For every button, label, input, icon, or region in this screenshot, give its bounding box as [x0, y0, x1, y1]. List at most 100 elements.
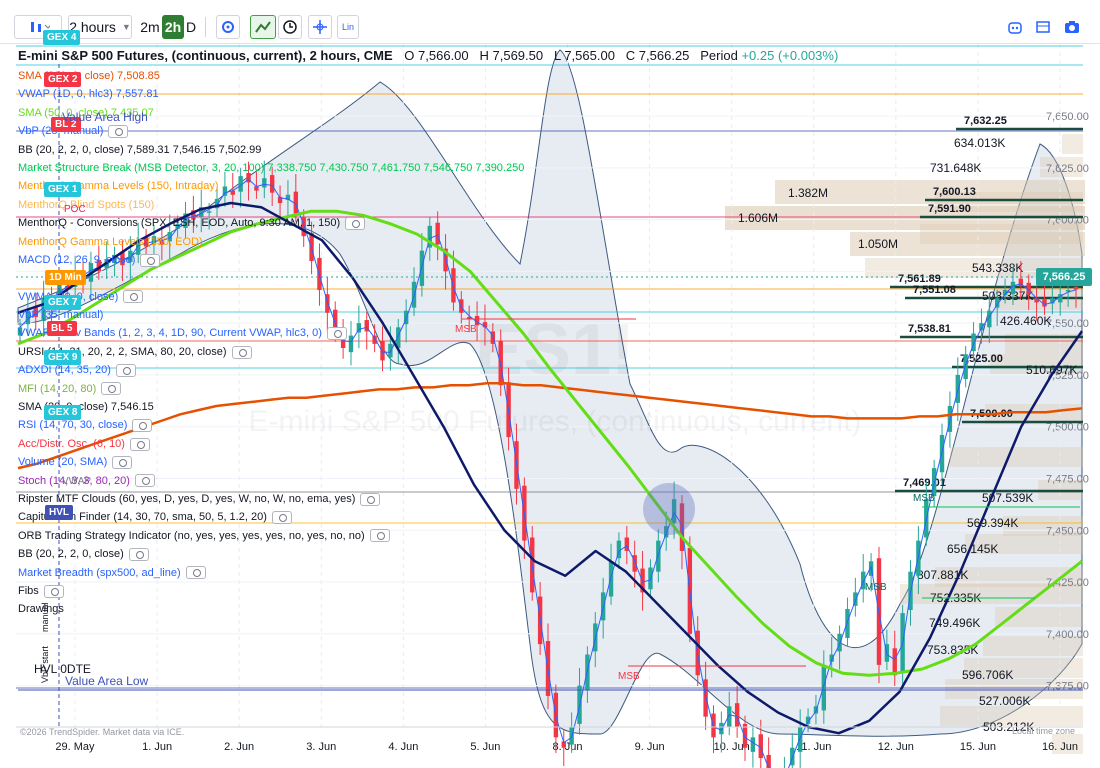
candle-body: [837, 633, 842, 652]
indicator-legend-row[interactable]: BB (20, 2, 2, 0, close) 7,589.31 7,546.1…: [18, 141, 838, 159]
visibility-eye-icon[interactable]: [129, 437, 150, 451]
vbp-start-label: VbP start: [40, 646, 50, 683]
volume-profile-label: 569.394K: [967, 516, 1018, 530]
candle-body: [939, 434, 945, 473]
indicator-legend-row[interactable]: MACD (12, 26, 9, close): [18, 251, 838, 269]
indicator-legend-row[interactable]: SMA (20, 0, close) 7,546.15: [18, 398, 838, 416]
indicator-legend-row[interactable]: [18, 269, 838, 287]
indicator-legend-row[interactable]: Volume (20, SMA): [18, 453, 838, 471]
y-tick-label: 7,475.00: [1046, 473, 1089, 485]
indicators-button[interactable]: [250, 15, 276, 39]
indicator-legend-row[interactable]: VWMA (20, 0, close): [18, 288, 838, 306]
indicator-legend-row[interactable]: MenthorQ - Conversions (SPX, ESH, EOD, A…: [18, 214, 838, 232]
indicator-legend-row[interactable]: ORB Trading Strategy Indicator (no, yes,…: [18, 527, 838, 545]
symbol-title: E-mini S&P 500 Futures, (continuous, cur…: [18, 48, 393, 63]
volume-profile-label: 634.013K: [954, 136, 1005, 150]
value-area-high-label: Value Area High: [62, 110, 148, 124]
indicator-legend-row[interactable]: BB (20, 2, 2, 0, close): [18, 545, 838, 563]
indicator-legend-row[interactable]: SMA (200, 0, close) 7,508.85: [18, 67, 838, 85]
visibility-eye-icon[interactable]: [271, 511, 292, 525]
visibility-eye-icon[interactable]: [134, 474, 155, 488]
indicator-legend-row[interactable]: Ripster MTF Clouds (60, yes, D, yes, D, …: [18, 490, 838, 508]
indicator-legend-row[interactable]: Acc/Distr. Osc. (6, 10): [18, 435, 838, 453]
indicator-legend-row[interactable]: VWAP (1D, 0, hlc3) 7,557.81: [18, 85, 838, 103]
indicator-label: Market Structure Break (MSB Detector, 3,…: [18, 161, 525, 174]
interval-d-button[interactable]: D: [185, 15, 197, 39]
candle-body: [845, 608, 850, 638]
level-badge[interactable]: BL 5: [47, 321, 77, 336]
visibility-eye-icon[interactable]: [369, 529, 390, 543]
last-price-tag: 7,566.25: [1036, 268, 1092, 286]
chevron-down-icon: ▼: [121, 22, 131, 32]
visibility-eye-icon[interactable]: [132, 419, 153, 433]
vwap-label: VWAP: [62, 476, 92, 487]
settings-button[interactable]: [216, 15, 240, 39]
visibility-eye-icon[interactable]: [360, 492, 381, 506]
visibility-eye-icon[interactable]: [108, 124, 129, 138]
indicator-legend-row[interactable]: Capitulation Finder (14, 30, 70, sma, 50…: [18, 508, 838, 526]
level-badge[interactable]: GEX 8: [44, 405, 82, 420]
visibility-eye-icon[interactable]: [345, 216, 366, 230]
indicator-label: Market Breadth (spx500, ad_line): [18, 566, 181, 579]
indicator-legend-row[interactable]: MFI (14, 20, 80): [18, 380, 838, 398]
layout-button[interactable]: [1032, 15, 1054, 39]
bot-button[interactable]: [1004, 15, 1026, 39]
interval-2m-button[interactable]: 2m: [139, 15, 161, 39]
manual-label: manual: [40, 602, 50, 632]
level-badge[interactable]: GEX 9: [44, 350, 82, 365]
visibility-eye-icon[interactable]: [140, 253, 161, 267]
snapshot-button[interactable]: [1060, 15, 1084, 39]
level-badge[interactable]: GEX 2: [44, 72, 82, 87]
indicator-legend-row[interactable]: MenthorQ Gamma Levels (150, Intraday): [18, 177, 838, 195]
visibility-eye-icon[interactable]: [115, 363, 136, 377]
y-tick-label: 7,375.00: [1046, 681, 1089, 693]
indicator-label: MenthorQ Gamma Levels (150, EOD): [18, 235, 203, 248]
indicator-legend-row[interactable]: MenthorQ Gamma Levels (150, EOD): [18, 233, 838, 251]
indicator-legend-row[interactable]: Market Breadth (spx500, ad_line): [18, 564, 838, 582]
indicator-legend-row[interactable]: Market Structure Break (MSB Detector, 3,…: [18, 159, 838, 177]
indicator-legend-row[interactable]: Drawings: [18, 600, 838, 618]
volume-profile-label: 527.006K: [979, 694, 1030, 708]
indicator-legend-row[interactable]: VWAP Stdev Bands (1, 2, 3, 4, 1D, 90, Cu…: [18, 324, 838, 342]
indicator-legend-row[interactable]: RSI (14, 70, 30, close): [18, 416, 838, 434]
visibility-eye-icon[interactable]: [101, 382, 122, 396]
visibility-eye-icon[interactable]: [128, 547, 149, 561]
visibility-eye-icon[interactable]: [123, 290, 144, 304]
indicator-legend-row[interactable]: VbP (25, manual): [18, 122, 838, 140]
level-badge[interactable]: GEX 4: [43, 30, 81, 45]
indicator-label: MenthorQ - Conversions (SPX, ESH, EOD, A…: [18, 217, 341, 230]
replay-button[interactable]: [278, 15, 302, 39]
crosshair-button[interactable]: [308, 15, 332, 39]
indicator-legend-row[interactable]: ADXDI (14, 35, 20): [18, 361, 838, 379]
level-badge[interactable]: HVL: [45, 505, 73, 520]
indicator-label: SMA (200, 0, close) 7,508.85: [18, 70, 160, 82]
copyright-note: ©2026 TrendSpider. Market data via ICE.: [20, 727, 185, 737]
x-tick-label: 16. Jun: [1042, 741, 1078, 753]
indicator-label: MFI (14, 20, 80): [18, 382, 97, 395]
level-value-label: 7,632.25: [964, 115, 1007, 127]
level-badge[interactable]: GEX 7: [44, 295, 82, 310]
indicator-legend-row[interactable]: URSI (14, 21, 20, 2, 2, SMA, 80, 20, clo…: [18, 343, 838, 361]
indicator-legend-row[interactable]: Fibs: [18, 582, 838, 600]
indicator-legend-row[interactable]: Stoch (14, 3, 3, 80, 20): [18, 472, 838, 490]
ohlc-readout: O 7,566.00 H 7,569.50 L 7,565.00 C 7,566…: [404, 48, 839, 63]
level-badge[interactable]: GEX 1: [44, 182, 82, 197]
indicator-legend-row[interactable]: VbP (35, manual): [18, 306, 838, 324]
x-tick-label: 4. Jun: [388, 741, 418, 753]
visibility-eye-icon[interactable]: [43, 584, 64, 598]
visibility-eye-icon[interactable]: [185, 566, 206, 580]
visibility-eye-icon[interactable]: [112, 455, 133, 469]
indicator-label: Volume (20, SMA): [18, 456, 108, 469]
indicator-legend-row[interactable]: MenthorQ Blind Spots (150): [18, 196, 838, 214]
scale-lin-button[interactable]: Lin: [337, 15, 359, 39]
gear-icon: [222, 21, 234, 33]
interval-2h-button[interactable]: 2h: [162, 15, 184, 39]
level-badge[interactable]: 1D Min: [45, 270, 86, 285]
msb-label-4: MSB: [913, 493, 935, 504]
indicator-label: MACD (12, 26, 9, close): [18, 253, 136, 266]
visibility-eye-icon[interactable]: [231, 345, 252, 359]
local-time-note[interactable]: Local time zone: [1012, 726, 1075, 736]
candle-body: [766, 754, 771, 768]
y-tick-label: 7,625.00: [1046, 163, 1089, 175]
visibility-eye-icon[interactable]: [326, 327, 347, 341]
